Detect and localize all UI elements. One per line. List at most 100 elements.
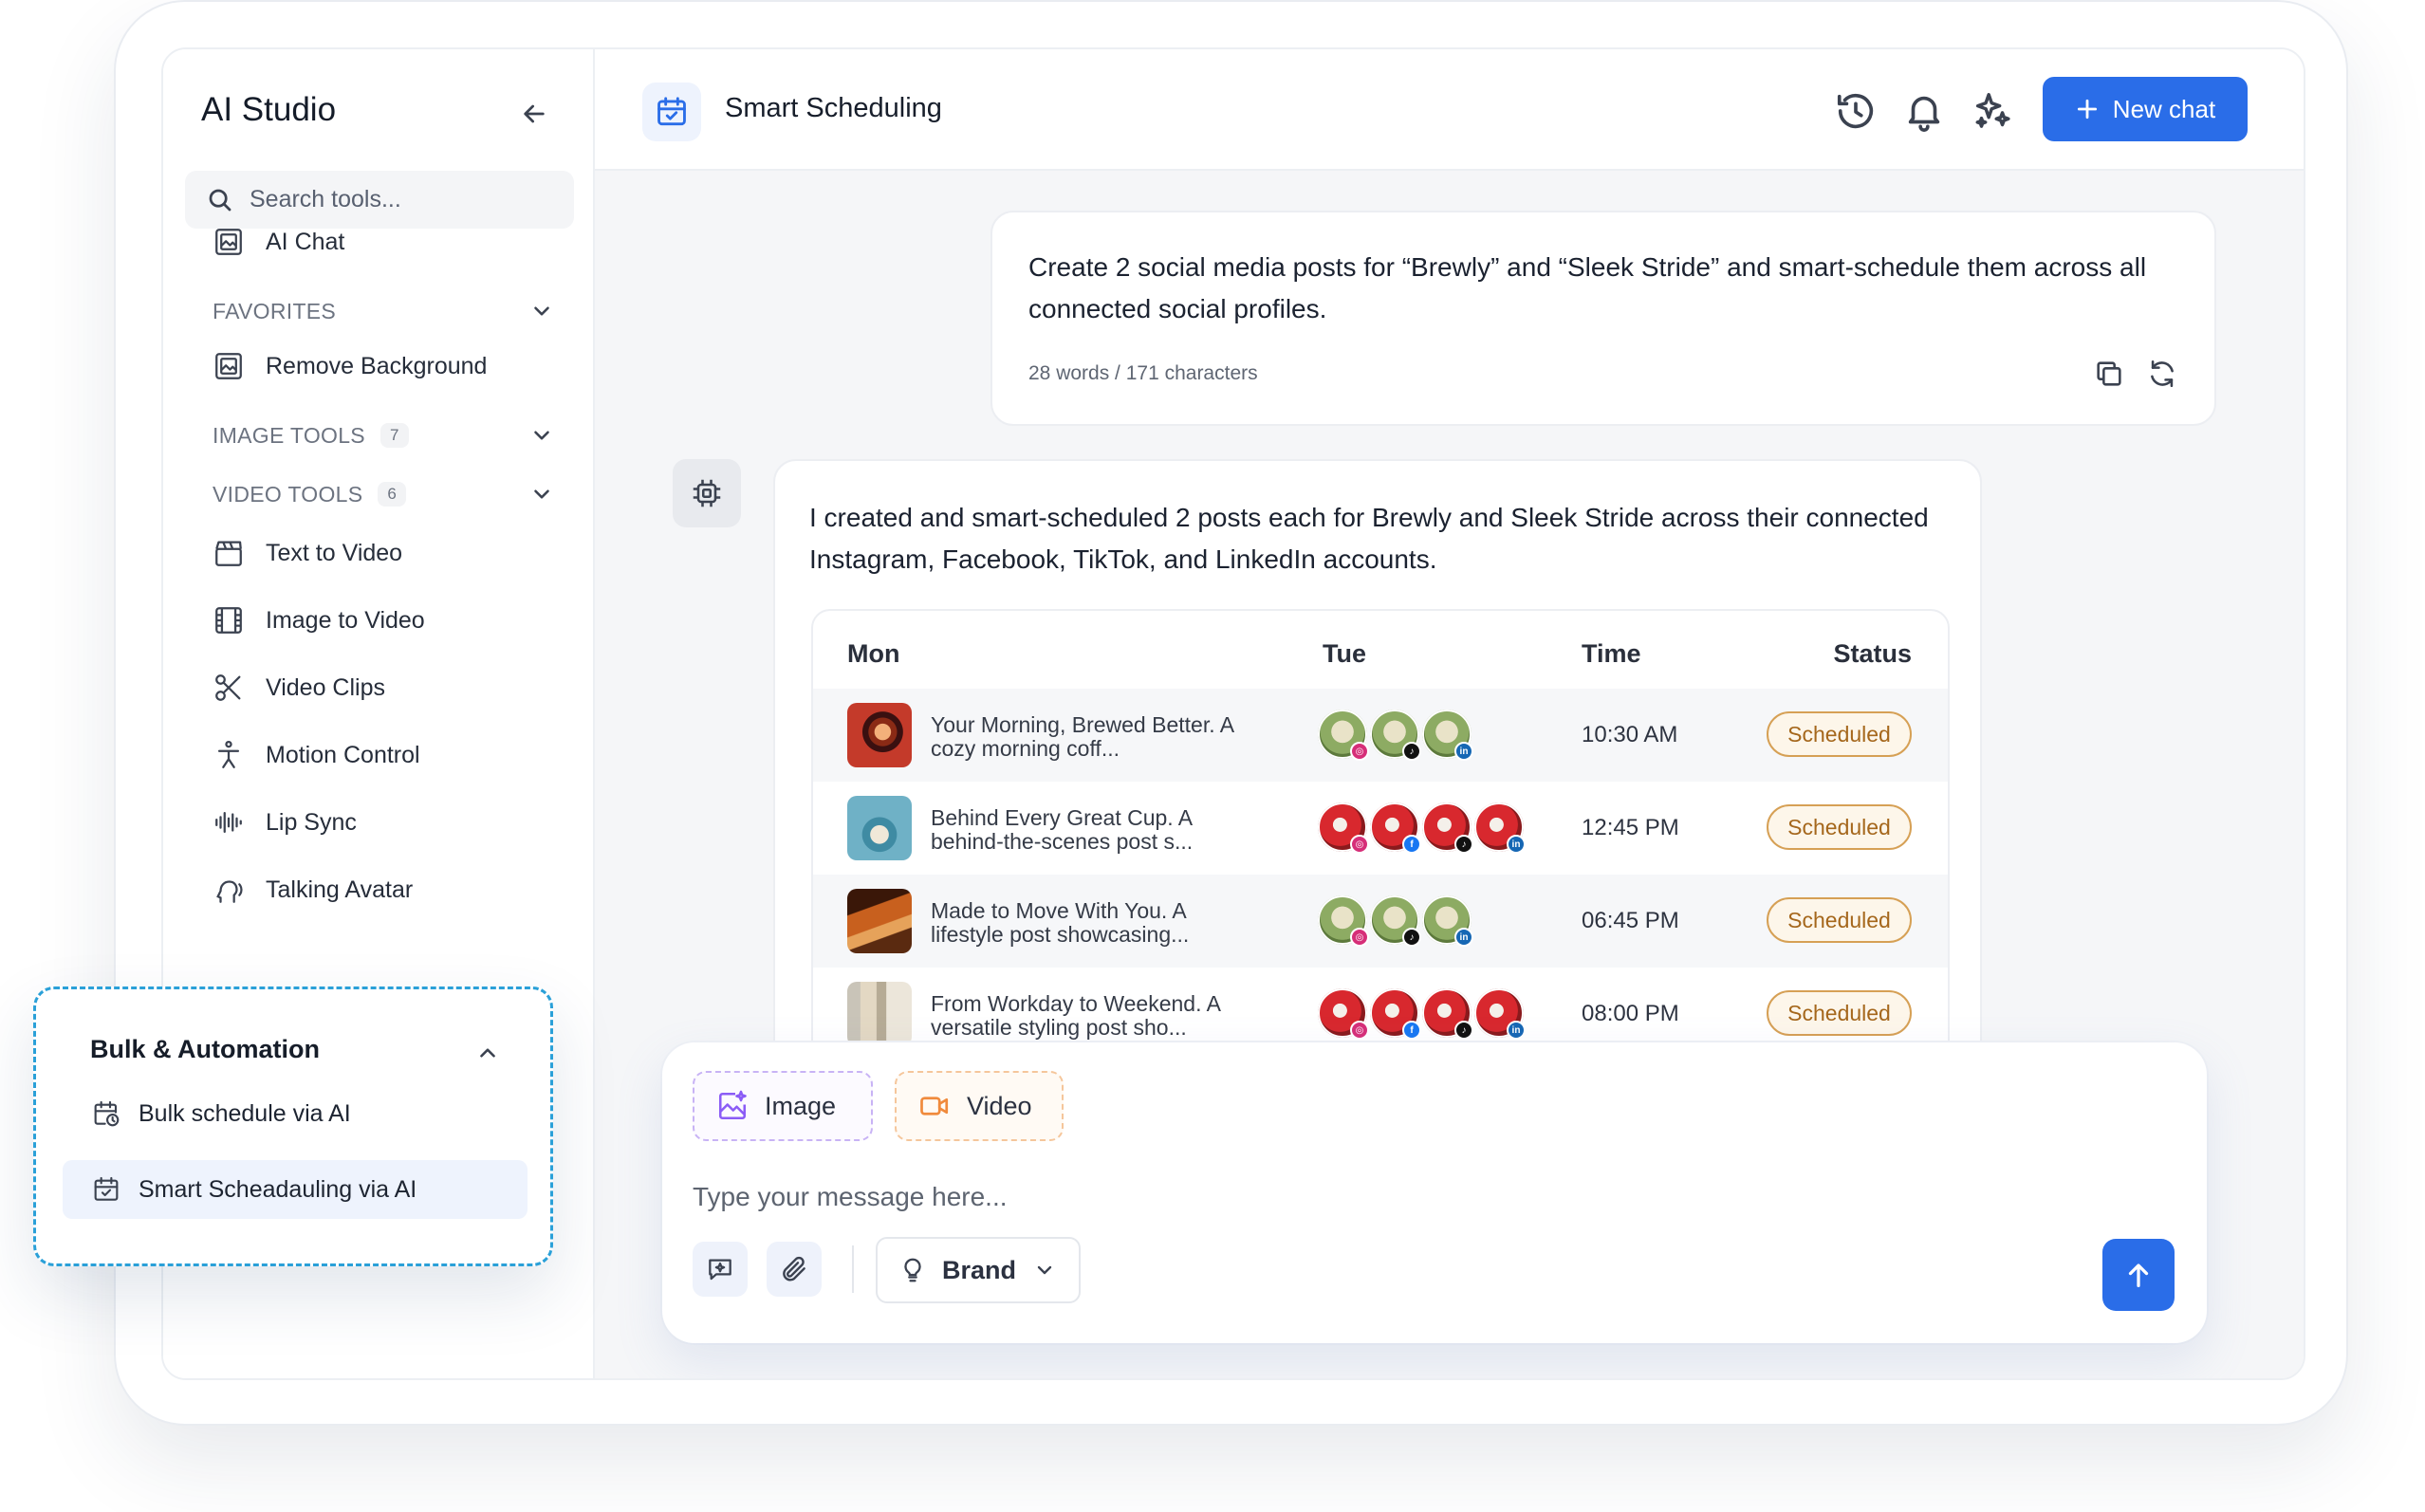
chevron-down-icon — [534, 489, 549, 499]
sparkles-icon[interactable] — [1971, 89, 2014, 133]
tool-search[interactable] — [185, 171, 574, 229]
chip-label: Video — [967, 1091, 1032, 1120]
image-chat-icon — [215, 229, 242, 255]
profile-avatar-instagram: ◎ — [1318, 802, 1369, 854]
sidebar-item-image-to-video[interactable]: Image to Video — [213, 599, 425, 641]
sidebar-item-remove-background[interactable]: Remove Background — [213, 345, 487, 387]
count-badge: 7 — [379, 423, 409, 448]
section-image-tools[interactable]: IMAGE TOOLS 7 — [213, 416, 554, 454]
table-row[interactable]: Made to Move With You. A lifestyle post … — [813, 875, 1948, 968]
section-video-tools[interactable]: VIDEO TOOLS 6 — [213, 475, 554, 513]
profile-avatar-tiktok: ♪ — [1422, 988, 1473, 1040]
section-label: FAVORITES — [213, 298, 337, 323]
bell-icon[interactable] — [1902, 89, 1946, 133]
bulk-item-label: Bulk schedule via AI — [139, 1099, 351, 1127]
chevron-up-icon[interactable] — [475, 1041, 500, 1065]
status-badge: Scheduled — [1767, 897, 1912, 943]
profile-avatar-instagram: ◎ — [1318, 988, 1369, 1040]
schedule-table: Mon Tue Time Status Your Morning, Brewed… — [811, 609, 1950, 1083]
profile-avatar-tiktok: ♪ — [1370, 895, 1421, 947]
status-badge: Scheduled — [1767, 990, 1912, 1036]
post-time: 12:45 PM — [1582, 815, 1679, 840]
profile-avatar-linkedin: in — [1474, 802, 1526, 854]
status-badge: Scheduled — [1767, 804, 1912, 850]
profile-avatars: ◎ f ♪ in — [1318, 802, 1527, 854]
post-time: 10:30 AM — [1582, 722, 1678, 747]
arrow-up-icon — [2128, 1263, 2149, 1287]
bulk-panel-title: Bulk & Automation — [90, 1035, 320, 1063]
profile-avatar-linkedin: in — [1422, 895, 1473, 947]
chevron-down-icon — [1037, 1265, 1052, 1275]
section-label: IMAGE TOOLS — [213, 422, 365, 448]
bulk-item-bulk-schedule[interactable]: Bulk schedule via AI — [63, 1084, 528, 1143]
column-header: Status — [1833, 639, 1912, 668]
regenerate-icon[interactable] — [2146, 358, 2178, 390]
table-row[interactable]: Behind Every Great Cup. A behind-the-sce… — [813, 782, 1948, 875]
brand-select[interactable]: Brand — [876, 1237, 1081, 1303]
post-title: Your Morning, Brewed Better. A cozy morn… — [931, 712, 1233, 761]
message-composer: Image Video Brand — [662, 1042, 2207, 1343]
brand-select-label: Brand — [942, 1255, 1017, 1284]
profile-avatars: ◎ f ♪ in — [1318, 988, 1527, 1040]
sidebar-item-label: Image to Video — [266, 606, 425, 634]
sidebar-item-label: Motion Control — [266, 741, 420, 768]
search-input[interactable] — [250, 171, 553, 229]
ai-message-text: I created and smart-scheduled 2 posts ea… — [809, 503, 1929, 574]
sidebar-item-label: Talking Avatar — [266, 876, 414, 903]
main-panel: Smart Scheduling New chat Create 2 socia… — [595, 49, 2304, 1378]
post-time: 06:45 PM — [1582, 908, 1679, 933]
ai-chip-icon — [673, 459, 741, 527]
sidebar-item-video-clips[interactable]: Video Clips — [213, 667, 385, 709]
waveform-icon — [215, 811, 242, 834]
attach-button[interactable] — [767, 1242, 822, 1297]
app-brand: AI Studio — [201, 91, 337, 128]
sidebar-item-label: Video Clips — [266, 673, 386, 701]
column-header: Time — [1582, 639, 1641, 668]
profile-avatar-linkedin: in — [1422, 710, 1473, 761]
profile-avatar-facebook: f — [1370, 802, 1421, 854]
message-input[interactable] — [693, 1173, 2021, 1221]
collapse-sidebar-icon[interactable] — [519, 99, 549, 129]
bulk-automation-panel: Bulk & Automation Bulk schedule via AI S… — [33, 986, 553, 1266]
send-button[interactable] — [2102, 1239, 2175, 1311]
post-title: Made to Move With You. A lifestyle post … — [931, 898, 1190, 947]
divider — [852, 1245, 854, 1293]
page-title: Smart Scheduling — [725, 93, 942, 123]
chat-sparkle-icon — [709, 1259, 731, 1281]
new-chat-button[interactable]: New chat — [2043, 77, 2248, 141]
sidebar-item-label: Remove Background — [266, 352, 488, 379]
column-header: Tue — [1323, 639, 1366, 668]
section-label: VIDEO TOOLS — [213, 481, 363, 507]
profile-avatar-instagram: ◎ — [1318, 895, 1369, 947]
sidebar-item-text-to-video[interactable]: Text to Video — [213, 532, 402, 574]
chevron-down-icon — [534, 431, 549, 440]
profile-avatars: ◎ ♪ in — [1318, 895, 1474, 947]
bulk-item-label: Smart Scheadauling via AI — [139, 1175, 417, 1203]
copy-icon[interactable] — [2093, 358, 2125, 390]
prompt-assist-button[interactable] — [693, 1242, 748, 1297]
sidebar-item-label: Lip Sync — [266, 808, 357, 836]
profile-avatars: ◎ ♪ in — [1318, 710, 1474, 761]
sidebar-item-label: AI Chat — [266, 228, 345, 255]
sidebar-item-motion-control[interactable]: Motion Control — [213, 734, 420, 776]
clapperboard-icon — [215, 541, 242, 566]
sidebar-item-lip-sync[interactable]: Lip Sync — [213, 802, 357, 843]
table-row[interactable]: Your Morning, Brewed Better. A cozy morn… — [813, 689, 1948, 782]
section-favorites[interactable]: FAVORITES — [213, 292, 554, 330]
sidebar-item-talking-avatar[interactable]: Talking Avatar — [213, 869, 413, 911]
bulk-item-smart-scheduling[interactable]: Smart Scheadauling via AI — [63, 1160, 528, 1219]
status-badge: Scheduled — [1767, 711, 1912, 757]
scissors-icon — [215, 674, 241, 701]
search-icon — [209, 189, 231, 212]
history-icon[interactable] — [1834, 89, 1878, 133]
video-mode-chip[interactable]: Video — [895, 1071, 1064, 1141]
profile-avatar-linkedin: in — [1474, 988, 1526, 1040]
topbar: Smart Scheduling New chat — [595, 49, 2304, 171]
post-thumbnail — [847, 982, 912, 1046]
lightbulb-icon — [904, 1258, 921, 1282]
sidebar-item-ai-chat[interactable]: AI Chat — [213, 221, 344, 263]
sidebar-item-label: Text to Video — [266, 539, 403, 566]
profile-avatar-instagram: ◎ — [1318, 710, 1369, 761]
video-camera-icon — [920, 1097, 949, 1116]
image-mode-chip[interactable]: Image — [693, 1071, 873, 1141]
